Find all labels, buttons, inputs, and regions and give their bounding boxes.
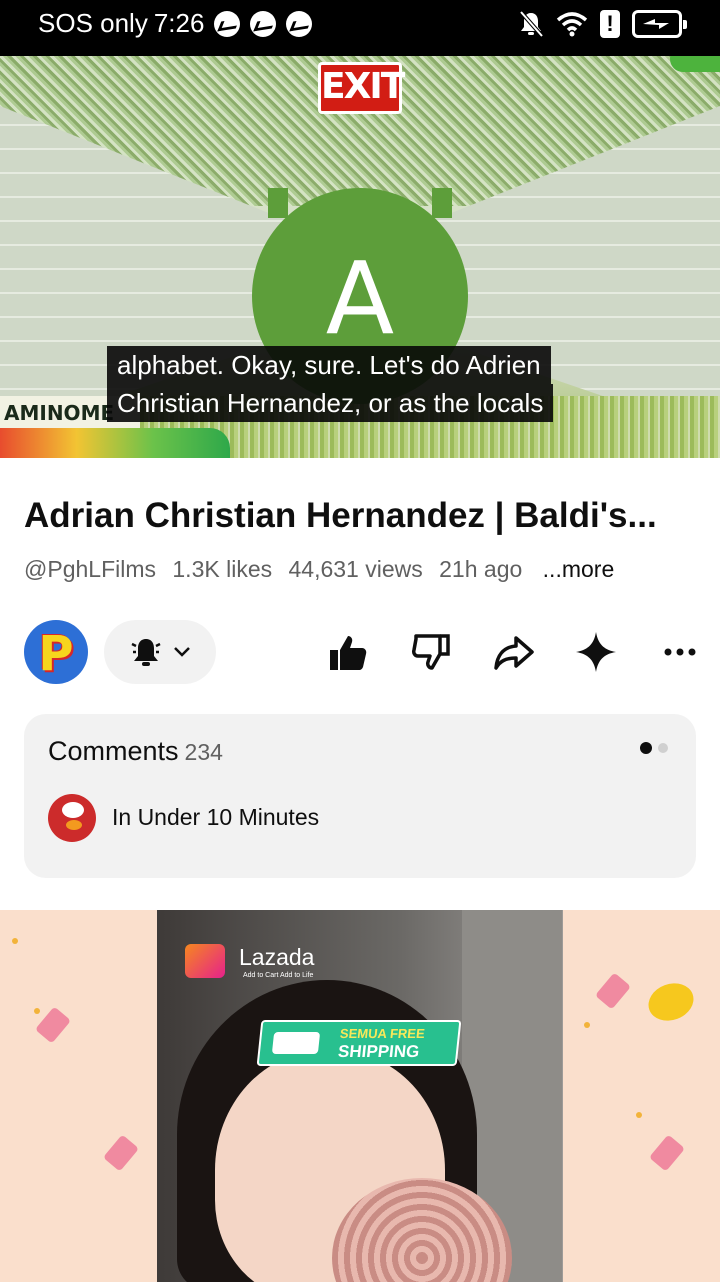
video-player[interactable]: EXIT A AMINOME alphabet. Okay, sure. Let…: [0, 56, 720, 458]
video-color-blob: [0, 428, 230, 458]
captions: alphabet. Okay, sure. Let's do Adrien Ch…: [107, 346, 554, 422]
video-green-blob: [670, 56, 720, 72]
action-bar: P: [0, 618, 720, 684]
subscription-bell-button[interactable]: [104, 620, 216, 684]
channel-avatar-letter: P: [38, 626, 74, 682]
channel-avatar[interactable]: P: [24, 620, 88, 684]
truck-icon: [271, 1032, 321, 1054]
deco-tag: [594, 972, 632, 1010]
comments-panel[interactable]: Comments 234 In Under 10 Minutes: [24, 714, 696, 878]
channel-handle[interactable]: @PghLFilms: [24, 556, 156, 582]
caption-line: alphabet. Okay, sure. Let's do Adrien: [107, 346, 551, 384]
comments-label: Comments: [48, 736, 179, 766]
sparkle: [584, 1022, 590, 1028]
sparkle: [12, 938, 18, 944]
more-options-icon[interactable]: [658, 630, 702, 674]
view-count: 44,631 views: [288, 556, 423, 582]
dislike-icon[interactable]: [410, 630, 454, 674]
ad-brand: Lazada: [239, 944, 315, 970]
bell-off-icon: [519, 10, 544, 38]
carousel-dot: [658, 743, 668, 753]
messenger-icon: [214, 10, 241, 37]
badge-line-1: SEMUA FREE: [339, 1026, 426, 1041]
letter-ear-right: [432, 188, 452, 218]
lazada-logo-icon: [185, 944, 225, 978]
upload-age: 21h ago: [439, 556, 523, 582]
exit-sign: EXIT: [318, 62, 405, 114]
alert-icon: !: [600, 10, 620, 38]
badge-line-2: SHIPPING: [337, 1042, 421, 1061]
share-icon[interactable]: [492, 630, 536, 674]
status-left: SOS only 7:26: [38, 8, 313, 39]
messenger-icon: [250, 10, 277, 37]
ad-video: Lazada Add to Cart Add to Life SEMUA FRE…: [157, 910, 563, 1282]
sparkle: [34, 1008, 40, 1014]
comment-teaser: In Under 10 Minutes: [112, 804, 320, 830]
ad-banner[interactable]: Lazada Add to Cart Add to Life SEMUA FRE…: [0, 910, 720, 1282]
letter-ear-left: [268, 188, 288, 218]
video-meta[interactable]: @PghLFilms 1.3K likes 44,631 views 21h a…: [24, 556, 624, 583]
like-icon[interactable]: [326, 630, 370, 674]
deco-tag: [648, 1134, 686, 1172]
more-link[interactable]: ...more: [543, 556, 615, 582]
shipping-badge: SEMUA FREE SHIPPING: [256, 1020, 462, 1066]
video-details-sheet: Adrian Christian Hernandez | Baldi's... …: [0, 458, 720, 1282]
chevron-down-icon: [174, 647, 190, 657]
letter-glyph: A: [325, 240, 395, 357]
subscribe-bell-icon: [131, 639, 161, 666]
commenter-avatar: [48, 794, 96, 842]
carrier-text: SOS only: [38, 8, 148, 38]
battery-charging-icon: [632, 10, 687, 38]
carousel-dot-active: [640, 742, 652, 754]
video-title[interactable]: Adrian Christian Hernandez | Baldi's...: [24, 496, 696, 536]
deco-blob: [643, 977, 699, 1027]
deco-tag: [102, 1134, 140, 1172]
status-bar: SOS only 7:26 !: [0, 0, 720, 56]
deco-tag: [34, 1006, 72, 1044]
caption-line: Christian Hernandez, or as the locals: [107, 384, 554, 422]
sparkle: [636, 1112, 642, 1118]
comments-count: 234: [184, 739, 223, 765]
wifi-icon: [556, 12, 588, 37]
comments-header: Comments 234: [48, 736, 223, 767]
carousel-dots: [640, 742, 668, 754]
clock: 7:26: [153, 8, 205, 38]
ask-ai-icon[interactable]: [574, 630, 618, 674]
ad-tagline: Add to Cart Add to Life: [243, 972, 314, 979]
like-count: 1.3K likes: [172, 556, 273, 582]
status-right: !: [518, 10, 687, 38]
messenger-icon: [286, 10, 313, 37]
